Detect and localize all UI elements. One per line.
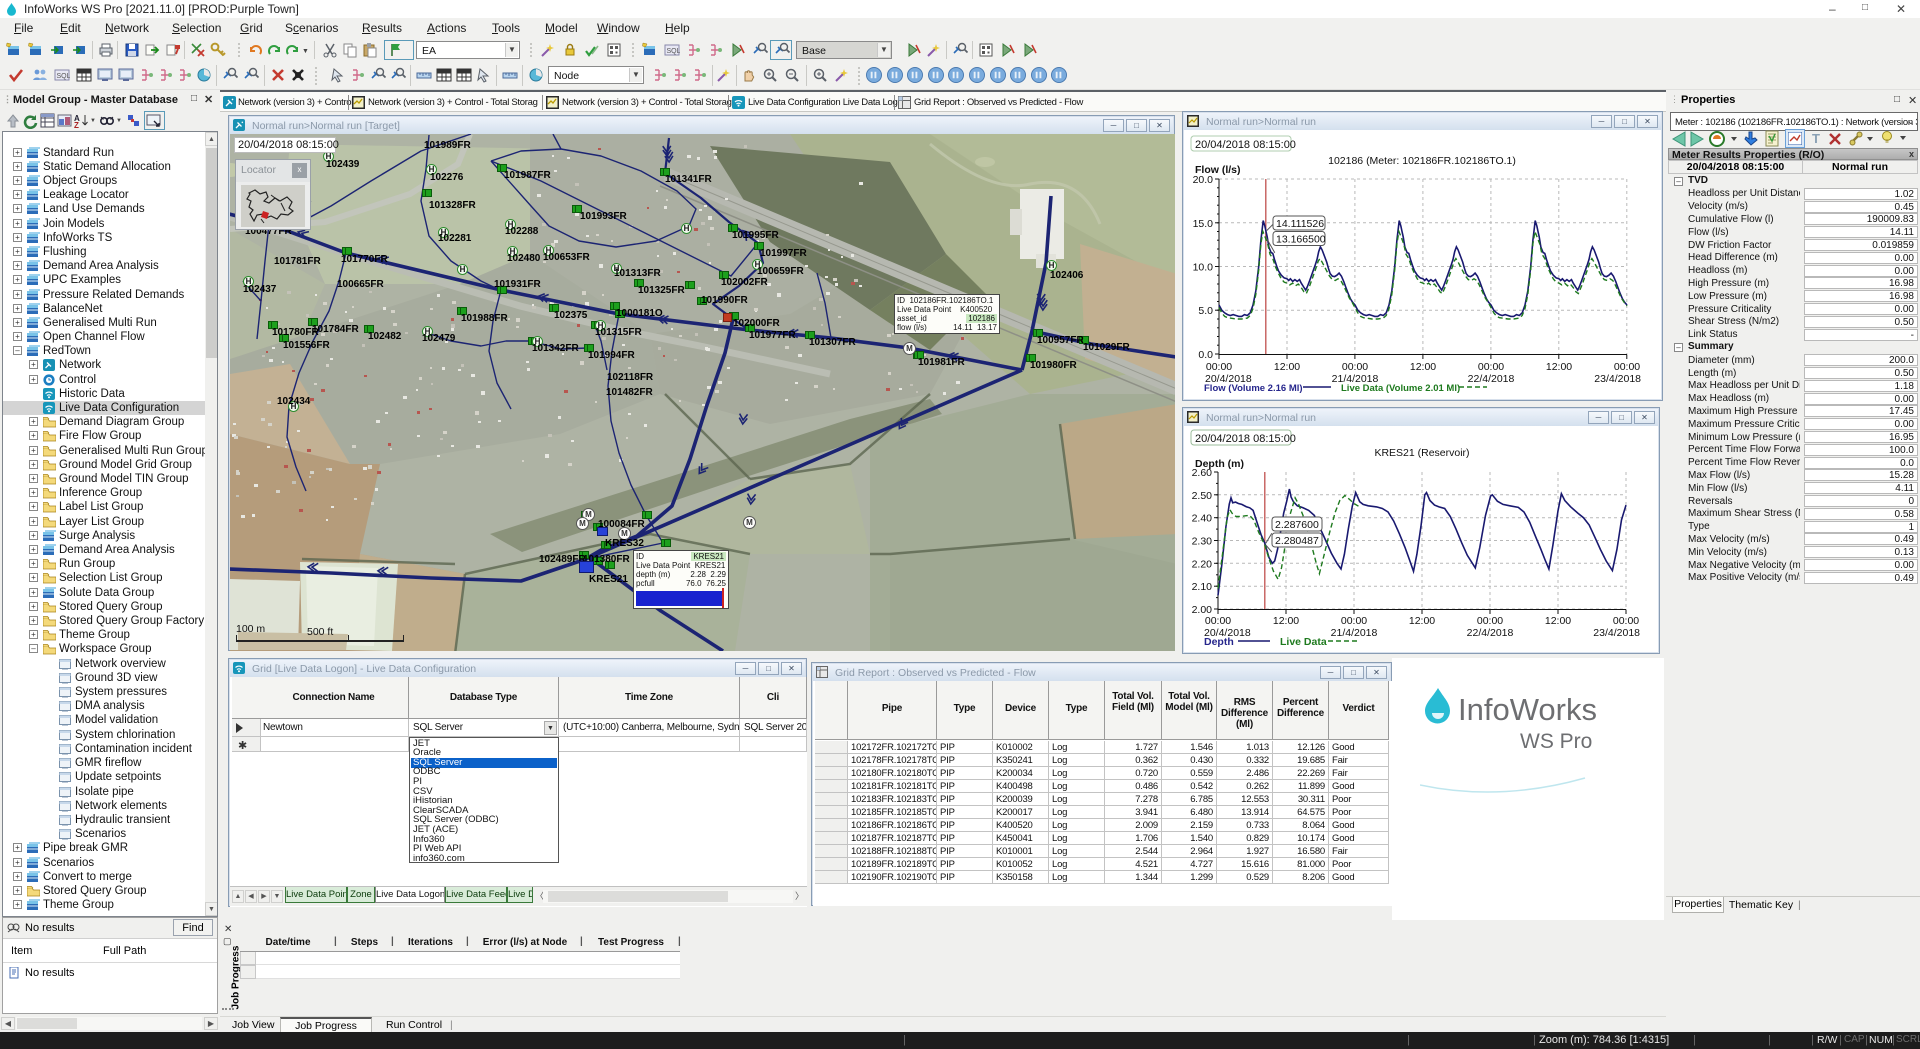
- svg-text:KRES21 (Reservoir): KRES21 (Reservoir): [1374, 447, 1469, 459]
- svg-text:12:00: 12:00: [1273, 615, 1299, 627]
- svg-text:0.0: 0.0: [1198, 349, 1213, 361]
- svg-text:Z: Z: [74, 121, 79, 129]
- svg-text:2.60: 2.60: [1192, 467, 1213, 479]
- svg-text:12:00: 12:00: [1274, 361, 1300, 373]
- svg-text:00:00: 00:00: [1341, 615, 1367, 627]
- svg-text:23/4/2018: 23/4/2018: [1594, 373, 1641, 385]
- svg-text:2.10: 2.10: [1192, 581, 1213, 593]
- svg-text:WS Pro: WS Pro: [1520, 730, 1592, 753]
- svg-text:00:00: 00:00: [1478, 361, 1504, 373]
- svg-text:Depth: Depth: [1204, 636, 1234, 648]
- svg-text:14.111526: 14.111526: [1276, 218, 1324, 230]
- svg-text:2.20: 2.20: [1192, 558, 1213, 570]
- svg-text:12:00: 12:00: [1545, 615, 1571, 627]
- svg-text:102186 (Meter: 102186FR.102186: 102186 (Meter: 102186FR.102186TO.1): [1328, 155, 1516, 167]
- svg-text:13.166500: 13.166500: [1276, 234, 1326, 246]
- svg-text:2.30: 2.30: [1192, 536, 1213, 548]
- svg-text:InfoWorks: InfoWorks: [1458, 692, 1597, 727]
- svg-text:Flow (Volume 2.16 Ml): Flow (Volume 2.16 Ml): [1204, 383, 1303, 394]
- svg-text:00:00: 00:00: [1613, 615, 1639, 627]
- svg-text:00:00: 00:00: [1614, 361, 1640, 373]
- svg-text:12:00: 12:00: [1410, 361, 1436, 373]
- svg-text:2.50: 2.50: [1192, 490, 1213, 502]
- svg-text:00:00: 00:00: [1342, 361, 1368, 373]
- svg-text:Live Data (Volume 2.01 Ml): Live Data (Volume 2.01 Ml): [1341, 383, 1460, 394]
- svg-text:23/4/2018: 23/4/2018: [1593, 627, 1640, 639]
- svg-text:00:00: 00:00: [1477, 615, 1503, 627]
- svg-text:00:00: 00:00: [1205, 615, 1231, 627]
- svg-text:12:00: 12:00: [1546, 361, 1572, 373]
- svg-text:SQL: SQL: [667, 48, 681, 55]
- svg-text:12:00: 12:00: [1409, 615, 1435, 627]
- svg-text:20/04/2018 08:15:00: 20/04/2018 08:15:00: [1195, 139, 1296, 151]
- svg-text:22/4/2018: 22/4/2018: [1467, 627, 1514, 639]
- svg-text:2.40: 2.40: [1192, 513, 1213, 525]
- svg-text:2.280487: 2.280487: [1275, 535, 1319, 547]
- svg-text:SQL: SQL: [57, 73, 71, 80]
- svg-text:00:00: 00:00: [1206, 361, 1232, 373]
- svg-text:21/4/2018: 21/4/2018: [1331, 627, 1378, 639]
- svg-text:5.0: 5.0: [1198, 305, 1213, 317]
- svg-text:Live Data: Live Data: [1280, 636, 1327, 648]
- svg-text:10.0: 10.0: [1193, 262, 1214, 274]
- svg-text:2.287600: 2.287600: [1275, 519, 1319, 531]
- svg-text:20.0: 20.0: [1193, 174, 1214, 186]
- svg-text:20/04/2018 08:15:00: 20/04/2018 08:15:00: [1195, 433, 1296, 445]
- svg-text:22/4/2018: 22/4/2018: [1468, 373, 1515, 385]
- svg-text:15.0: 15.0: [1193, 218, 1214, 230]
